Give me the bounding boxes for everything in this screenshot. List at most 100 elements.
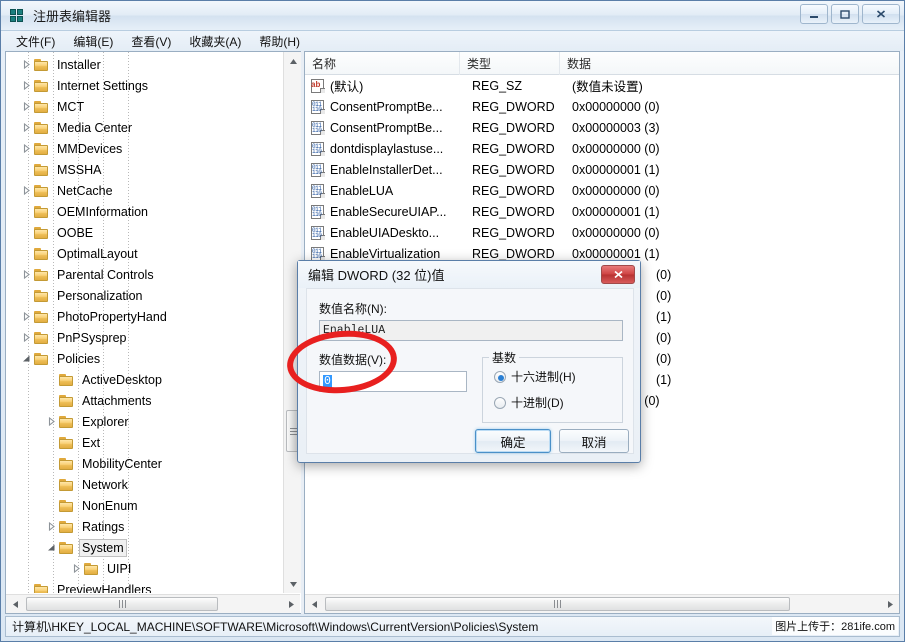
tree-horizontal-scrollbar[interactable] <box>6 594 300 613</box>
scroll-left-arrow-icon[interactable] <box>305 595 323 613</box>
tree-node-previewhandlers[interactable]: PreviewHandlers <box>6 579 282 593</box>
registry-value-row[interactable]: 011110EnableSecureUIAP...REG_DWORD0x0000… <box>305 201 899 222</box>
chevron-right-icon[interactable] <box>18 117 34 138</box>
tree-node-parental-controls[interactable]: Parental Controls <box>6 264 282 285</box>
scroll-left-arrow-icon[interactable] <box>6 595 24 613</box>
tree-node-label: UIPI <box>104 561 134 577</box>
scroll-down-arrow-icon[interactable] <box>284 575 301 593</box>
tree-node-uipi[interactable]: UIPI <box>6 558 282 579</box>
scroll-right-arrow-icon[interactable] <box>282 595 300 613</box>
radio-decimal[interactable]: 十进制(D) <box>494 394 564 411</box>
value-data-cell: 0x00000001 (1) <box>565 163 895 177</box>
ok-button[interactable]: 确定 <box>475 429 551 453</box>
tree-node-mct[interactable]: MCT <box>6 96 282 117</box>
column-header-data[interactable]: 数据 <box>560 52 899 75</box>
column-header-name[interactable]: 名称 <box>305 52 460 75</box>
tree-hscroll-thumb[interactable] <box>26 597 218 611</box>
value-data-suffix: (0) <box>649 352 671 366</box>
dialog-title: 编辑 DWORD (32 位)值 <box>308 265 445 284</box>
tree-node-explorer[interactable]: Explorer <box>6 411 282 432</box>
tree-node-network[interactable]: Network <box>6 474 282 495</box>
registry-value-row[interactable]: 011110dontdisplaylastuse...REG_DWORD0x00… <box>305 138 899 159</box>
tree-node-spacer <box>18 201 34 222</box>
chevron-right-icon[interactable] <box>68 558 84 579</box>
chevron-right-icon[interactable] <box>18 54 34 75</box>
tree-node-mssha[interactable]: MSSHA <box>6 159 282 180</box>
radio-hexadecimal[interactable]: 十六进制(H) <box>494 368 576 385</box>
chevron-right-icon[interactable] <box>18 75 34 96</box>
value-data-cell: 0x00000003 (3) <box>565 121 895 135</box>
menu-help[interactable]: 帮助(H) <box>250 31 309 52</box>
tree-node-system[interactable]: System <box>6 537 282 558</box>
tree-node-mobilitycenter[interactable]: MobilityCenter <box>6 453 282 474</box>
tree-node-installer[interactable]: Installer <box>6 54 282 75</box>
dword-value-icon: 011110 <box>310 247 326 261</box>
value-data-cell: 0x00000001 (1) <box>565 247 895 261</box>
tree-node-ratings[interactable]: Ratings <box>6 516 282 537</box>
chevron-right-icon[interactable] <box>43 516 59 537</box>
cancel-button[interactable]: 取消 <box>559 429 629 453</box>
tree-node-photopropertyhand[interactable]: PhotoPropertyHand <box>6 306 282 327</box>
value-data-cell: 0x00000000 (0) <box>565 226 895 240</box>
tree-node-pnpsysprep[interactable]: PnPSysprep <box>6 327 282 348</box>
tree-node-attachments[interactable]: Attachments <box>6 390 282 411</box>
folder-icon <box>34 226 50 240</box>
registry-value-row[interactable]: 011110EnableUIADeskto...REG_DWORD0x00000… <box>305 222 899 243</box>
tree-node-personalization[interactable]: Personalization <box>6 285 282 306</box>
close-button[interactable] <box>862 4 900 24</box>
scroll-right-arrow-icon[interactable] <box>881 595 899 613</box>
registry-value-row[interactable]: ab(默认)REG_SZ(数值未设置) <box>305 75 899 96</box>
tree-node-oeminformation[interactable]: OEMInformation <box>6 201 282 222</box>
list-horizontal-scrollbar[interactable] <box>305 594 899 613</box>
menu-edit[interactable]: 编辑(E) <box>64 31 122 52</box>
tree-node-media-center[interactable]: Media Center <box>6 117 282 138</box>
dialog-body: 数值名称(N): EnableLUA 数值数据(V): 0 基数 十六进制(H)… <box>306 288 634 454</box>
tree-node-spacer <box>43 369 59 390</box>
folder-icon <box>34 163 50 177</box>
menu-bar: 文件(F) 编辑(E) 查看(V) 收藏夹(A) 帮助(H) <box>1 31 904 51</box>
folder-icon <box>34 268 50 282</box>
base-groupbox <box>482 357 623 423</box>
chevron-right-icon[interactable] <box>43 411 59 432</box>
dialog-close-button[interactable] <box>601 265 635 284</box>
tree-node-label: MSSHA <box>54 162 104 178</box>
chevron-right-icon[interactable] <box>18 306 34 327</box>
chevron-right-icon[interactable] <box>18 96 34 117</box>
menu-view[interactable]: 查看(V) <box>122 31 180 52</box>
scroll-grip-icon <box>119 600 126 608</box>
maximize-button[interactable] <box>831 4 859 24</box>
registry-value-row[interactable]: 011110EnableInstallerDet...REG_DWORD0x00… <box>305 159 899 180</box>
tree-node-optimallayout[interactable]: OptimalLayout <box>6 243 282 264</box>
value-data-input[interactable]: 0 <box>319 371 467 392</box>
value-name-input[interactable]: EnableLUA <box>319 320 623 341</box>
tree-node-nonenum[interactable]: NonEnum <box>6 495 282 516</box>
registry-value-row[interactable]: 011110EnableLUAREG_DWORD0x00000000 (0) <box>305 180 899 201</box>
registry-value-row[interactable]: 011110ConsentPromptBe...REG_DWORD0x00000… <box>305 96 899 117</box>
tree-node-mmdevices[interactable]: MMDevices <box>6 138 282 159</box>
column-header-type[interactable]: 类型 <box>460 52 560 75</box>
tree-node-label: Explorer <box>79 414 132 430</box>
tree-node-policies[interactable]: Policies <box>6 348 282 369</box>
chevron-down-icon[interactable] <box>18 348 34 369</box>
tree-node-oobe[interactable]: OOBE <box>6 222 282 243</box>
menu-file[interactable]: 文件(F) <box>7 31 64 52</box>
menu-favorites[interactable]: 收藏夹(A) <box>180 31 250 52</box>
scroll-up-arrow-icon[interactable] <box>284 52 301 70</box>
tree-node-ext[interactable]: Ext <box>6 432 282 453</box>
chevron-down-icon[interactable] <box>43 537 59 558</box>
chevron-right-icon[interactable] <box>18 327 34 348</box>
folder-icon <box>59 457 75 471</box>
tree-node-label: PhotoPropertyHand <box>54 309 170 325</box>
tree-node-netcache[interactable]: NetCache <box>6 180 282 201</box>
tree-node-internet-settings[interactable]: Internet Settings <box>6 75 282 96</box>
minimize-button[interactable] <box>800 4 828 24</box>
tree-node-activedesktop[interactable]: ActiveDesktop <box>6 369 282 390</box>
registry-tree[interactable]: InstallerInternet SettingsMCTMedia Cente… <box>6 52 282 593</box>
edit-dword-dialog: 编辑 DWORD (32 位)值 数值名称(N): EnableLUA 数值数据… <box>297 260 641 463</box>
chevron-right-icon[interactable] <box>18 264 34 285</box>
chevron-right-icon[interactable] <box>18 180 34 201</box>
registry-value-row[interactable]: 011110ConsentPromptBe...REG_DWORD0x00000… <box>305 117 899 138</box>
list-hscroll-thumb[interactable] <box>325 597 790 611</box>
chevron-right-icon[interactable] <box>18 138 34 159</box>
dword-value-icon: 011110 <box>310 142 326 156</box>
